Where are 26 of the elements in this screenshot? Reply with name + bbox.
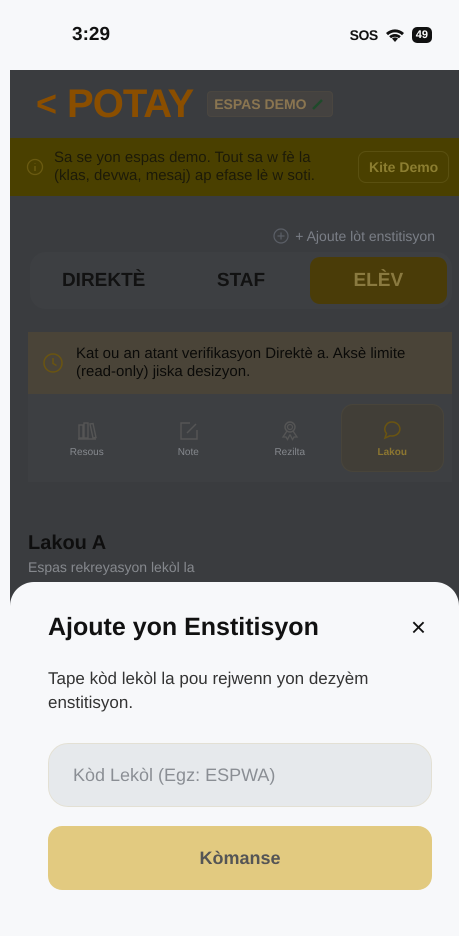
status-time: 3:29 bbox=[72, 24, 110, 46]
plus-circle-icon bbox=[273, 228, 290, 244]
section-tab[interactable]: Rezilta bbox=[239, 405, 340, 471]
wifi-icon bbox=[384, 28, 405, 42]
close-button[interactable]: × bbox=[404, 612, 432, 643]
chat-bubble-icon bbox=[381, 418, 404, 440]
back-button[interactable]: < bbox=[36, 83, 58, 125]
section-tab[interactable]: Lakou bbox=[340, 404, 444, 472]
add-institution-link[interactable]: + Ajoute lòt enstitisyon bbox=[273, 228, 435, 244]
clock-icon bbox=[42, 352, 64, 374]
role-tab[interactable]: ELÈV bbox=[310, 257, 447, 304]
section-tab[interactable]: Note bbox=[138, 405, 239, 471]
leave-demo-button[interactable]: Kite Demo bbox=[358, 151, 450, 183]
section-subtitle: Espas rekreyasyon lekòl la bbox=[28, 559, 196, 575]
demo-badge[interactable]: ESPAS DEMO bbox=[207, 91, 332, 117]
school-code-field[interactable]: Kòd Lekòl (Egz: ESPWA) bbox=[48, 743, 432, 807]
battery-indicator: 49 bbox=[412, 27, 432, 43]
sheet-title: Ajoute yon Enstitisyon bbox=[48, 613, 319, 642]
sheet-description: Tape kòd lekòl la pou rejwenn yon dezyèm enstitisyon. bbox=[48, 668, 370, 714]
info-icon bbox=[26, 158, 44, 176]
sos-indicator: SOS bbox=[350, 27, 378, 43]
notice-text: Kat ou an atant verifikasyon Direktè a. Aksè limite (read-only) jiska desizyon. bbox=[76, 345, 406, 381]
start-button[interactable]: Kòmanse bbox=[48, 826, 432, 890]
section-tab[interactable]: Resous bbox=[36, 405, 138, 471]
pencil-icon bbox=[310, 96, 326, 112]
app-title: POTAY bbox=[67, 82, 194, 126]
